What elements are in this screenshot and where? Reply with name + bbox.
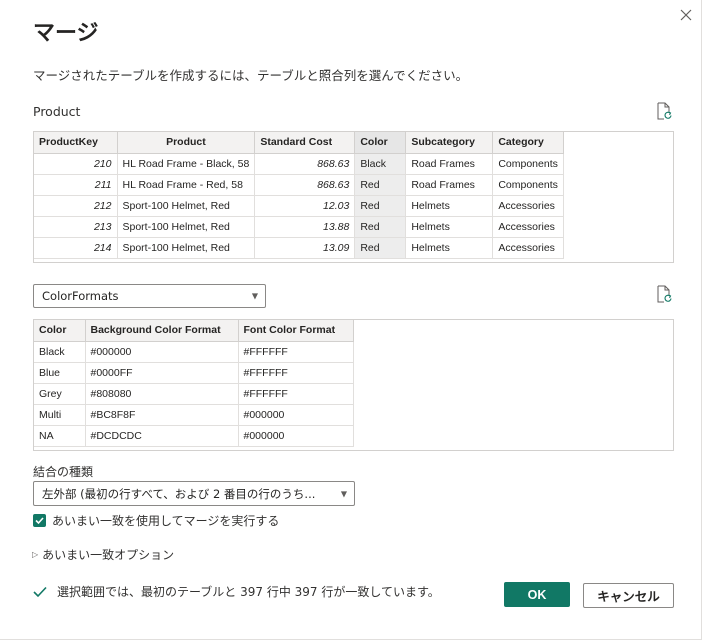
- table-cell: Red: [354, 216, 407, 238]
- fuzzy-match-label: あいまい一致を使用してマージを実行する: [52, 514, 280, 528]
- table-cell: #BC8F8F: [85, 404, 239, 426]
- column-header-productkey[interactable]: ProductKey: [34, 132, 118, 154]
- merge-dialog: マージ マージされたテーブルを作成するには、テーブルと照合列を選んでください。 …: [0, 0, 702, 640]
- table-cell: HL Road Frame - Black, 58: [117, 153, 256, 175]
- table-cell: 210: [34, 153, 118, 175]
- table-cell: #000000: [85, 341, 239, 363]
- column-header-subcategory[interactable]: Subcategory: [405, 132, 494, 154]
- join-kind-select-value: 左外部 (最初の行すべて、および 2 番目の行のうち...: [42, 486, 316, 501]
- table-cell: HL Road Frame - Red, 58: [117, 174, 256, 196]
- table-cell: Grey: [34, 383, 86, 405]
- match-status: 選択範囲では、最初のテーブルと 397 行中 397 行が一致しています。: [33, 583, 440, 600]
- join-kind-select[interactable]: 左外部 (最初の行すべて、および 2 番目の行のうち... ▼: [33, 481, 355, 506]
- table-cell: 214: [34, 237, 118, 259]
- table-cell: 213: [34, 216, 118, 238]
- table-cell: Components: [492, 153, 565, 175]
- table-row: 214 Sport-100 Helmet, Red 13.09 Red Helm…: [34, 237, 565, 259]
- table-cell: Sport-100 Helmet, Red: [117, 195, 256, 217]
- table-cell: 868.63: [254, 174, 356, 196]
- match-status-text: 選択範囲では、最初のテーブルと 397 行中 397 行が一致しています。: [57, 585, 440, 599]
- table-cell: #000000: [238, 404, 354, 426]
- table-cell: 13.88: [254, 216, 356, 238]
- table-cell: Helmets: [405, 216, 494, 238]
- second-table-select-value: ColorFormats: [42, 289, 119, 303]
- fuzzy-options-toggle[interactable]: ▷ あいまい一致オプション: [32, 546, 174, 563]
- table-cell: Accessories: [492, 195, 565, 217]
- second-table-select[interactable]: ColorFormats ▼: [33, 284, 266, 308]
- table-row: 210 HL Road Frame - Black, 58 868.63 Bla…: [34, 153, 565, 175]
- table-cell: 211: [34, 174, 118, 196]
- table-row: Multi #BC8F8F #000000: [34, 404, 354, 426]
- table-cell: #0000FF: [85, 362, 239, 384]
- close-button[interactable]: [676, 5, 696, 25]
- table-cell: #808080: [85, 383, 239, 405]
- table-row: 212 Sport-100 Helmet, Red 12.03 Red Helm…: [34, 195, 565, 217]
- table-cell: #FFFFFF: [238, 341, 354, 363]
- table-cell: Red: [354, 174, 407, 196]
- cancel-button[interactable]: キャンセル: [583, 583, 674, 608]
- table-cell: Sport-100 Helmet, Red: [117, 216, 256, 238]
- close-icon: [680, 9, 692, 21]
- checkmark-icon: [35, 517, 44, 525]
- table-cell: Black: [34, 341, 86, 363]
- column-header-standard-cost[interactable]: Standard Cost: [254, 132, 356, 154]
- dialog-description: マージされたテーブルを作成するには、テーブルと照合列を選んでください。: [33, 68, 469, 83]
- table-cell: Red: [354, 237, 407, 259]
- column-header-color[interactable]: Color: [354, 132, 407, 154]
- first-table-preview: ProductKey Product Standard Cost Color S…: [33, 131, 674, 263]
- table-row: 213 Sport-100 Helmet, Red 13.88 Red Helm…: [34, 216, 565, 238]
- second-table: Color Background Color Format Font Color…: [34, 320, 354, 447]
- table-cell: Helmets: [405, 195, 494, 217]
- column-header-font-color-format[interactable]: Font Color Format: [238, 320, 354, 342]
- refresh-preview-icon[interactable]: [656, 102, 672, 120]
- first-table-name: Product: [33, 104, 81, 119]
- table-cell: 868.63: [254, 153, 356, 175]
- table-row: Grey #808080 #FFFFFF: [34, 383, 354, 405]
- fuzzy-options-label: あいまい一致オプション: [42, 548, 175, 562]
- column-header-product[interactable]: Product: [117, 132, 256, 154]
- first-table: ProductKey Product Standard Cost Color S…: [34, 132, 565, 259]
- table-cell: 12.03: [254, 195, 356, 217]
- table-cell: 212: [34, 195, 118, 217]
- refresh-preview-icon[interactable]: [656, 285, 672, 303]
- table-cell: Multi: [34, 404, 86, 426]
- dialog-title: マージ: [33, 21, 99, 46]
- table-row: Black #000000 #FFFFFF: [34, 341, 354, 363]
- column-header-color[interactable]: Color: [34, 320, 86, 342]
- table-cell: Road Frames: [405, 174, 494, 196]
- join-kind-label: 結合の種類: [33, 465, 94, 479]
- second-table-preview: Color Background Color Format Font Color…: [33, 319, 674, 451]
- success-check-icon: [33, 586, 47, 597]
- table-row: Blue #0000FF #FFFFFF: [34, 362, 354, 384]
- table-row: NA #DCDCDC #000000: [34, 425, 354, 447]
- column-header-background-color-format[interactable]: Background Color Format: [85, 320, 239, 342]
- table-cell: #DCDCDC: [85, 425, 239, 447]
- table-cell: Components: [492, 174, 565, 196]
- chevron-down-icon: ▼: [251, 291, 258, 301]
- column-header-category[interactable]: Category: [492, 132, 565, 154]
- chevron-down-icon: ▼: [340, 489, 347, 498]
- table-cell: #FFFFFF: [238, 383, 354, 405]
- table-cell: Blue: [34, 362, 86, 384]
- fuzzy-match-checkbox[interactable]: [33, 514, 46, 527]
- table-cell: 13.09: [254, 237, 356, 259]
- table-cell: NA: [34, 425, 86, 447]
- table-cell: Accessories: [492, 216, 565, 238]
- fuzzy-match-checkbox-row[interactable]: あいまい一致を使用してマージを実行する: [33, 512, 279, 529]
- table-row: 211 HL Road Frame - Red, 58 868.63 Red R…: [34, 174, 565, 196]
- table-cell: Accessories: [492, 237, 565, 259]
- table-cell: Sport-100 Helmet, Red: [117, 237, 256, 259]
- chevron-right-icon: ▷: [32, 550, 39, 559]
- table-cell: Helmets: [405, 237, 494, 259]
- table-cell: Black: [354, 153, 407, 175]
- table-cell: Red: [354, 195, 407, 217]
- table-cell: Road Frames: [405, 153, 494, 175]
- table-cell: #FFFFFF: [238, 362, 354, 384]
- ok-button[interactable]: OK: [504, 582, 570, 607]
- table-cell: #000000: [238, 425, 354, 447]
